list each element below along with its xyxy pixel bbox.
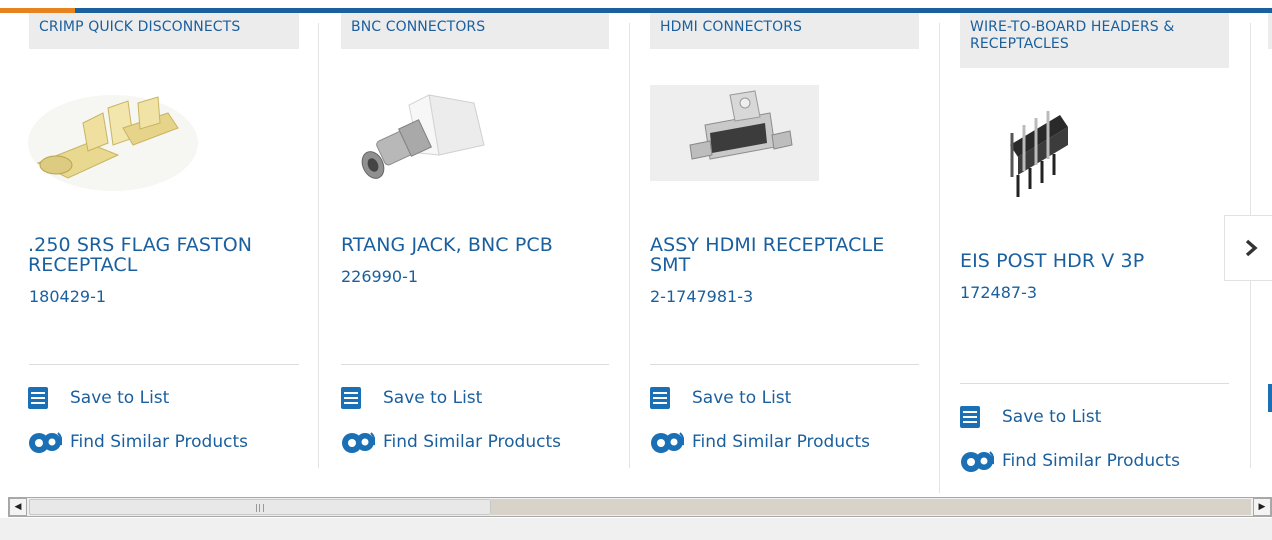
carousel-next-button[interactable]: [1224, 215, 1272, 281]
horizontal-scrollbar[interactable]: ◀ ▶: [8, 497, 1272, 517]
find-similar-button[interactable]: Find Similar Products: [341, 429, 561, 455]
checklist-icon: [650, 387, 670, 409]
scrollbar-track[interactable]: [491, 499, 1251, 515]
product-title[interactable]: RTANG JACK, BNC PCB: [341, 235, 611, 255]
scroll-right-button[interactable]: ▶: [1253, 498, 1271, 516]
card-separator: [341, 364, 609, 365]
part-number[interactable]: 172487-3: [960, 283, 1037, 303]
save-to-list-label: Save to List: [1002, 407, 1102, 427]
product-image[interactable]: [650, 85, 819, 181]
checklist-icon: [341, 387, 361, 409]
part-number[interactable]: 180429-1: [29, 287, 106, 307]
category-tag[interactable]: CRIMP QUICK DISCONNECTS: [29, 13, 299, 49]
part-number[interactable]: 226990-1: [341, 267, 418, 287]
product-image[interactable]: [28, 83, 198, 193]
scrollbar-grip: [256, 504, 264, 512]
chevron-right-icon: [1245, 239, 1258, 257]
save-to-list-button[interactable]: Save to List: [341, 387, 482, 409]
card-separator: [650, 364, 919, 365]
category-tag[interactable]: BNC CONNECTORS: [341, 13, 609, 49]
category-tag[interactable]: WIRE-TO-BOARD HEADERS & RECEPTACLES: [960, 13, 1229, 68]
card-separator: [29, 364, 299, 365]
product-title[interactable]: ASSY HDMI RECEPTACLE SMT: [650, 235, 920, 275]
gears-icon: [29, 432, 62, 453]
save-to-list-button[interactable]: Save to List: [650, 387, 791, 409]
find-similar-button[interactable]: Find Similar Products: [650, 429, 870, 455]
checklist-icon: [960, 406, 980, 428]
product-image[interactable]: [1000, 105, 1080, 205]
save-to-list-button[interactable]: Save to List: [28, 387, 169, 409]
save-to-list-button[interactable]: Save to List: [960, 406, 1101, 428]
find-similar-label: Find Similar Products: [70, 432, 248, 452]
category-tag[interactable]: HDMI CONNECTORS: [650, 13, 919, 49]
save-to-list-label: Save to List: [383, 388, 483, 408]
gears-icon: [342, 432, 375, 453]
product-carousel: CRIMP QUICK DISCONNECTS .250 SRS FLAG FA…: [0, 13, 1272, 493]
find-similar-button[interactable]: Find Similar Products: [28, 429, 248, 455]
product-card: HDMI CONNECTORS ASSY HDMI RECEPTACLE SMT…: [630, 13, 939, 487]
product-title[interactable]: EIS POST HDR V 3P: [960, 251, 1230, 271]
find-similar-label: Find Similar Products: [383, 432, 561, 452]
gears-icon: [651, 432, 684, 453]
next-card-icon-edge: [1268, 384, 1272, 412]
bottom-strip: [0, 518, 1272, 540]
save-to-list-label: Save to List: [692, 388, 792, 408]
checklist-icon: [28, 387, 48, 409]
card-separator: [960, 383, 1229, 384]
save-to-list-label: Save to List: [70, 388, 170, 408]
scrollbar-thumb[interactable]: [29, 499, 491, 515]
product-image[interactable]: [359, 85, 499, 195]
find-similar-label: Find Similar Products: [692, 432, 870, 452]
product-title[interactable]: .250 SRS FLAG FASTON RECEPTACL: [28, 235, 298, 275]
find-similar-button[interactable]: Find Similar Products: [960, 448, 1180, 474]
part-number[interactable]: 2-1747981-3: [650, 287, 753, 307]
next-card-tag-edge: [1268, 13, 1272, 49]
gears-icon: [961, 451, 994, 472]
product-card: CRIMP QUICK DISCONNECTS .250 SRS FLAG FA…: [0, 13, 318, 487]
product-carousel-page: CRIMP QUICK DISCONNECTS .250 SRS FLAG FA…: [0, 0, 1272, 540]
product-card: BNC CONNECTORS RTANG JACK, BNC PCB 22699…: [319, 13, 629, 487]
scroll-left-button[interactable]: ◀: [9, 498, 27, 516]
find-similar-label: Find Similar Products: [1002, 451, 1180, 471]
product-card: WIRE-TO-BOARD HEADERS & RECEPTACLES EIS …: [940, 13, 1250, 487]
